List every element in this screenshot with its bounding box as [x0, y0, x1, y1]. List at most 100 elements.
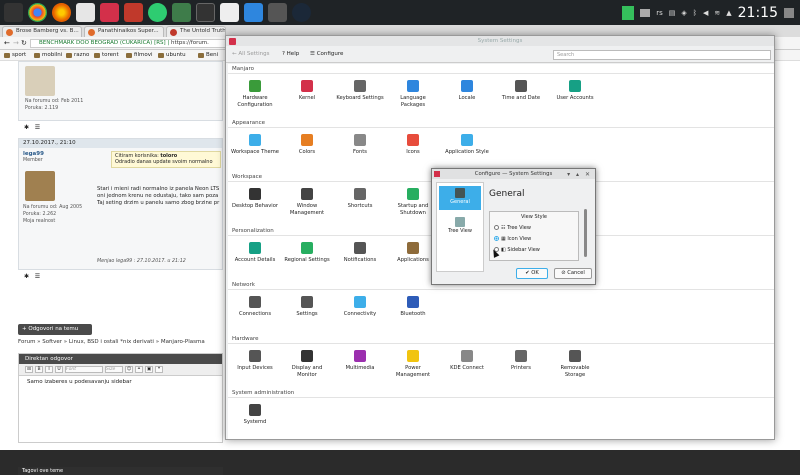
bookmark-item[interactable]: mobilni — [34, 52, 62, 58]
cancel-button[interactable]: ⊘ Cancel — [554, 268, 592, 279]
smiley-icon[interactable]: ☺ — [125, 366, 133, 373]
settings-module[interactable]: Language Packages — [388, 80, 438, 108]
settings-module[interactable]: Fonts — [335, 134, 385, 156]
post-actions[interactable]: ✱ ☰ — [24, 124, 40, 131]
bluetooth-icon[interactable]: ᛒ — [693, 9, 697, 17]
volume-icon[interactable]: ◀ — [703, 9, 708, 17]
clock[interactable]: 21:15 — [738, 5, 778, 21]
settings-module[interactable]: Power Management — [388, 350, 438, 378]
settings-module[interactable]: Application Style — [442, 134, 492, 156]
scrollbar[interactable] — [584, 209, 587, 257]
settings-module[interactable]: Account Details — [230, 242, 280, 264]
image-icon[interactable]: ▣ — [145, 366, 153, 373]
bookmark-item[interactable]: razno — [66, 52, 89, 58]
tray-expand-icon[interactable]: ▲ — [726, 9, 731, 17]
source-icon[interactable]: ⊟ — [25, 366, 33, 373]
settings-module[interactable]: Keyboard Settings — [335, 80, 385, 102]
post-actions[interactable]: ✱ ☰ — [24, 273, 40, 280]
reply-textarea[interactable]: Samo izaberes u podesavanju sidebar — [19, 376, 222, 388]
radio-sidebar-view[interactable]: ◧ Sidebar View — [494, 247, 540, 253]
settings-module[interactable]: Locale — [442, 80, 492, 102]
android-app-icon[interactable] — [148, 3, 167, 22]
settings-module[interactable]: Time and Date — [496, 80, 546, 102]
settings-app-icon[interactable] — [100, 3, 119, 22]
settings-module[interactable]: Systemd — [230, 404, 280, 426]
window-controls[interactable]: ▾ ▴ ✕ — [567, 170, 592, 180]
settings-module[interactable]: User Accounts — [550, 80, 600, 102]
trash-icon[interactable] — [622, 5, 635, 20]
module-label: Kernel — [298, 95, 316, 101]
keyboard-layout[interactable]: rs — [656, 9, 663, 17]
size-select[interactable]: Size — [105, 366, 123, 373]
settings-module[interactable]: Desktop Behavior — [230, 188, 280, 210]
reply-button[interactable]: + Odgovori na temu — [18, 324, 92, 335]
settings-module[interactable]: Printers — [496, 350, 546, 372]
settings-module[interactable]: Input Devices — [230, 350, 280, 372]
italic-button[interactable]: I — [45, 366, 53, 373]
url-input[interactable]: BENCHMARK DOO BEOGRAD (ČUKARICA) [RS] | … — [30, 39, 230, 48]
settings-module[interactable]: Hardware Configuration — [230, 80, 280, 108]
network-icon[interactable]: ≋ — [714, 9, 720, 17]
sidebar-item-tree-view[interactable]: Tree View — [439, 215, 481, 234]
search-input[interactable]: Search — [553, 50, 771, 60]
configure-button[interactable]: ☰ Configure — [310, 51, 343, 57]
browser-tab-active[interactable]: The Untold Truth — [166, 26, 226, 37]
module-label: Display and Monitor — [291, 365, 323, 378]
link-icon[interactable]: ⚭ — [135, 366, 143, 373]
show-desktop-icon[interactable] — [784, 7, 794, 18]
settings-module[interactable]: Colors — [282, 134, 332, 156]
clipboard-icon[interactable]: ▤ — [669, 9, 676, 17]
image-viewer-icon[interactable] — [172, 3, 191, 22]
ok-button[interactable]: ✔ OK — [516, 268, 548, 279]
app-menu-icon[interactable] — [4, 3, 23, 22]
chrome-icon[interactable] — [28, 3, 47, 22]
settings-module[interactable]: Settings — [282, 296, 332, 318]
writer-icon[interactable] — [244, 3, 263, 22]
settings-module[interactable]: Multimedia — [335, 350, 385, 372]
settings-module[interactable]: Notifications — [335, 242, 385, 264]
font-select[interactable]: Font — [65, 366, 103, 373]
bookmark-item[interactable]: ubuntu — [158, 52, 186, 58]
back-icon[interactable]: ← — [4, 39, 10, 47]
bookmark-item[interactable]: sport — [4, 52, 26, 58]
all-settings-button[interactable]: ← All Settings — [232, 51, 270, 57]
settings-module[interactable]: Window Management — [282, 188, 332, 216]
settings-module[interactable]: Removable Storage — [550, 350, 600, 378]
keyboard-icon[interactable] — [640, 8, 651, 17]
post-username[interactable]: lega99 — [23, 151, 44, 157]
files-icon[interactable] — [76, 3, 95, 22]
package-icon[interactable] — [268, 3, 287, 22]
help-button[interactable]: ? Help — [282, 51, 299, 57]
settings-module[interactable]: Bluetooth — [388, 296, 438, 318]
browser-tab[interactable]: Brose Bamberg vs. B... — [2, 26, 82, 37]
browser-tab[interactable]: Panathinaikos Super... — [84, 26, 164, 37]
settings-module[interactable]: Regional Settings — [282, 242, 332, 264]
settings-module[interactable]: Display and Monitor — [282, 350, 332, 378]
firefox-icon[interactable] — [52, 3, 71, 22]
breadcrumb[interactable]: Forum » Softver » Linux, BSD i ostali *n… — [18, 339, 205, 345]
reload-icon[interactable]: ↻ — [21, 39, 27, 47]
shield-icon[interactable]: ◈ — [681, 9, 686, 17]
settings-module[interactable]: Connections — [230, 296, 280, 318]
quote-icon[interactable]: ❝ — [155, 366, 163, 373]
terminal-icon[interactable] — [196, 3, 215, 22]
settings-module[interactable]: Workspace Theme — [230, 134, 280, 156]
forward-icon[interactable]: → — [13, 39, 19, 47]
bookmark-item[interactable]: Beni — [198, 52, 218, 58]
bookmark-item[interactable]: filmovi — [126, 52, 153, 58]
settings-module[interactable]: Shortcuts — [335, 188, 385, 210]
settings-module[interactable]: Connectivity — [335, 296, 385, 318]
settings-module[interactable]: Kernel — [282, 80, 332, 102]
radio-icon-view[interactable]: ▦ Icon View — [494, 236, 531, 242]
join-date: Na forumu od: Aug 2005 — [23, 205, 83, 210]
settings-module[interactable]: KDE Connect — [442, 350, 492, 372]
underline-button[interactable]: U — [55, 366, 63, 373]
sidebar-item-general[interactable]: General — [439, 186, 481, 210]
bold-button[interactable]: B — [35, 366, 43, 373]
settings-module[interactable]: Icons — [388, 134, 438, 156]
steam-icon[interactable] — [292, 3, 311, 22]
document-icon[interactable] — [220, 3, 239, 22]
red-app-icon[interactable] — [124, 3, 143, 22]
bookmark-item[interactable]: torent — [94, 52, 119, 58]
radio-tree-view[interactable]: ☷ Tree View — [494, 225, 531, 231]
